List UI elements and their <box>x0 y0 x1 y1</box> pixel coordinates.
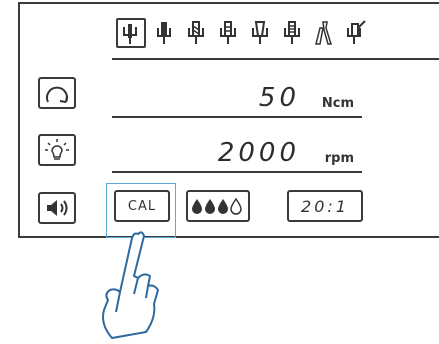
torque-unit: Ncm <box>321 96 354 111</box>
rotation-direction-button[interactable] <box>38 77 76 109</box>
handpiece-taper-icon <box>252 21 268 44</box>
torque-value: 50 <box>258 83 300 113</box>
speed-unit: rpm <box>324 151 354 166</box>
rotation-direction-icon <box>46 86 68 103</box>
torque-readout: 50 Ncm <box>112 80 362 118</box>
cal-label: CAL <box>127 198 157 214</box>
light-bulb-icon <box>45 139 69 160</box>
handpiece-angle-icon <box>347 20 366 44</box>
cal-button[interactable]: CAL <box>114 190 170 222</box>
handpiece-drill-icon <box>188 21 204 44</box>
speed-value: 2000 <box>217 138 300 168</box>
tool-selected-frame <box>116 18 146 48</box>
pointing-hand-icon <box>102 231 159 339</box>
tool-7[interactable] <box>310 18 338 52</box>
irrigation-button[interactable] <box>186 190 250 222</box>
tool-3[interactable] <box>182 18 210 52</box>
handpiece-tap-icon <box>284 21 300 44</box>
handpiece-drill-2-icon <box>220 21 236 44</box>
handpiece-wrench-icon <box>315 21 333 45</box>
speed-readout: 2000 rpm <box>112 135 362 173</box>
tool-selector-bar <box>112 18 439 60</box>
irrigation-drops-icon <box>192 197 242 215</box>
tool-2[interactable] <box>150 18 178 52</box>
tool-8[interactable] <box>342 18 370 52</box>
tool-5[interactable] <box>246 18 274 52</box>
tool-6[interactable] <box>278 18 306 52</box>
tool-1[interactable] <box>116 18 146 52</box>
sound-button[interactable] <box>38 192 76 224</box>
handpiece-bur-icon <box>157 22 171 44</box>
tool-4[interactable] <box>214 18 242 52</box>
speaker-icon <box>47 200 68 216</box>
light-button[interactable] <box>38 134 76 166</box>
gear-ratio-value: 20:1 <box>301 196 349 216</box>
gear-ratio-button[interactable]: 20:1 <box>287 190 363 222</box>
